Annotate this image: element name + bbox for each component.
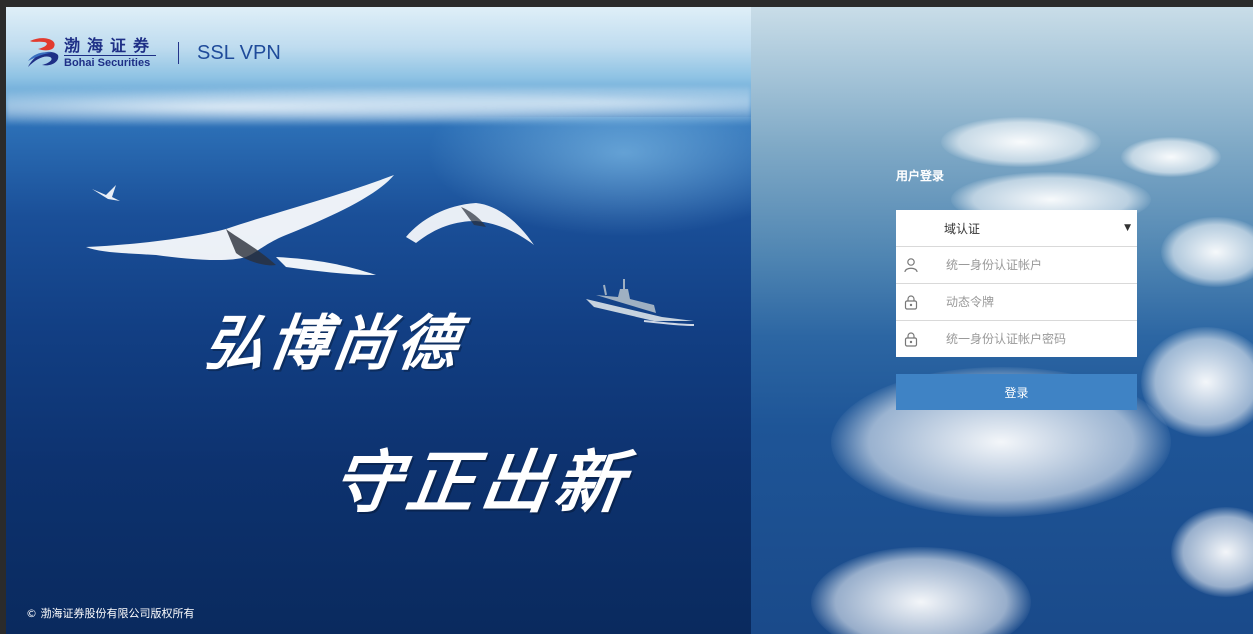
brand-name-cn: 渤海证券 (64, 36, 157, 55)
brand-logo: 渤海证券 Bohai Securities SSL VPN (26, 35, 281, 71)
bohai-logo-icon (26, 37, 60, 69)
logo-divider (178, 42, 180, 64)
lock-icon (896, 321, 926, 357)
username-input[interactable] (944, 257, 1128, 273)
hero-background: 渤海证券 Bohai Securities SSL VPN 弘博尚德 守正出新 … (6, 7, 756, 634)
lock-icon (896, 284, 926, 320)
login-button[interactable]: 登录 (896, 374, 1137, 410)
user-icon (896, 247, 926, 283)
login-title: 用户登录 (896, 169, 945, 183)
slogan-line-2: 守正出新 (327, 443, 635, 523)
seabirds-image (86, 175, 534, 275)
product-name: SSL VPN (197, 41, 281, 64)
username-row (896, 247, 1137, 284)
slogan-line-1: 弘博尚德 (200, 309, 467, 379)
token-input[interactable] (944, 294, 1128, 310)
copyright-text: © 渤海证券股份有限公司版权所有 (26, 607, 195, 620)
caret-down-icon[interactable]: ▼ (1124, 223, 1131, 233)
page-frame: 渤海证券 Bohai Securities SSL VPN 弘博尚德 守正出新 … (6, 7, 1253, 634)
password-input[interactable] (944, 331, 1128, 347)
token-row (896, 284, 1137, 321)
password-row (896, 321, 1137, 357)
brand-name-en: Bohai Securities (64, 55, 157, 69)
ship-image (586, 279, 694, 326)
login-form: 域认证 ▼ (896, 210, 1137, 357)
auth-type-select[interactable]: 域认证 ▼ (896, 210, 1137, 247)
auth-type-value[interactable]: 域认证 (944, 220, 980, 237)
